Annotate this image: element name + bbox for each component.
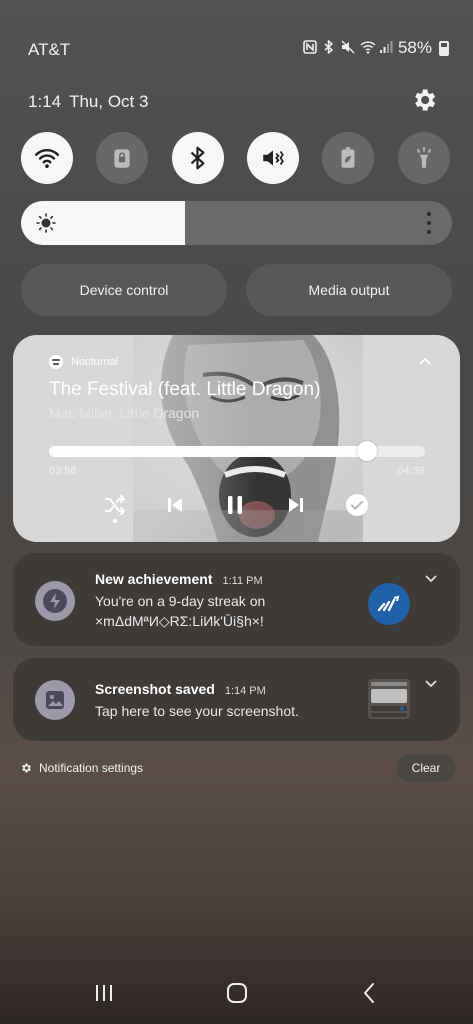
progress-fill xyxy=(49,446,367,457)
back-button[interactable] xyxy=(358,980,382,1006)
home-icon xyxy=(227,983,247,1003)
mute-icon xyxy=(341,39,355,57)
home-button[interactable] xyxy=(225,980,249,1006)
notification-achievement[interactable]: New achievement 1:11 PM You're on a 9-da… xyxy=(13,553,460,646)
notification-title: Screenshot saved xyxy=(95,681,215,697)
flashlight-toggle[interactable] xyxy=(398,132,450,184)
nfc-icon xyxy=(303,39,317,57)
carrier-label: AT&T xyxy=(28,40,71,59)
progress-thumb[interactable] xyxy=(357,441,377,461)
wifi-toggle[interactable] xyxy=(21,132,73,184)
notification-settings-label: Notification settings xyxy=(39,761,144,775)
chevron-down-icon[interactable] xyxy=(424,676,438,690)
duration-time: 04:39 xyxy=(397,465,425,477)
notification-screenshot[interactable]: Screenshot saved 1:14 PM Tap here to see… xyxy=(13,658,460,741)
chart-arrow-icon xyxy=(377,595,400,612)
power-saving-icon xyxy=(341,147,355,168)
notification-title: New achievement xyxy=(95,571,213,587)
battery-text: 58% xyxy=(397,38,432,57)
screenshot-thumbnail xyxy=(368,679,410,719)
lock-rotation-icon xyxy=(114,149,130,168)
bluetooth-icon xyxy=(322,38,336,57)
battery-icon xyxy=(439,40,449,56)
time-date: 1:14 Thu, Oct 3 xyxy=(28,92,148,112)
power-saving-toggle[interactable] xyxy=(322,132,374,184)
recent-apps-icon xyxy=(96,985,112,1001)
status-icons: 58% xyxy=(303,38,449,58)
wifi-icon xyxy=(360,40,376,57)
mute-icon xyxy=(263,150,284,166)
lock-rotation-toggle[interactable] xyxy=(96,132,148,184)
media-app-label: Nocturnal xyxy=(49,355,118,369)
chevron-up-icon[interactable] xyxy=(418,355,432,369)
clock-date: Thu, Oct 3 xyxy=(69,92,149,111)
notification-body-line1: Tap here to see your screenshot. xyxy=(95,703,299,719)
media-output-button[interactable]: Media output xyxy=(246,264,452,316)
sun-icon xyxy=(36,213,56,233)
sound-toggle[interactable] xyxy=(247,132,299,184)
bluetooth-toggle[interactable] xyxy=(172,132,224,184)
back-icon xyxy=(364,983,374,1003)
media-player-card[interactable]: Nocturnal The Festival (feat. Little Dra… xyxy=(13,335,460,542)
media-app-name: Nocturnal xyxy=(71,356,119,368)
skip-previous-icon xyxy=(168,498,182,512)
bluetooth-icon xyxy=(190,146,205,170)
shuffle-active-dot xyxy=(113,519,117,523)
check-circle-icon xyxy=(346,494,368,516)
app-logo-badge xyxy=(368,583,410,625)
previous-button[interactable] xyxy=(161,491,189,519)
app-icon xyxy=(35,581,75,621)
image-icon xyxy=(46,691,64,709)
like-button[interactable] xyxy=(343,491,371,519)
gear-icon xyxy=(22,763,31,773)
notification-settings-link[interactable]: Notification settings xyxy=(20,761,143,775)
next-button[interactable] xyxy=(282,491,310,519)
chevron-down-icon[interactable] xyxy=(424,571,438,585)
device-control-button[interactable]: Device control xyxy=(21,264,227,316)
gear-icon[interactable] xyxy=(410,86,438,114)
notification-time: 1:14 PM xyxy=(224,685,266,697)
skip-next-icon xyxy=(289,498,303,512)
shuffle-button[interactable] xyxy=(101,491,129,519)
pause-icon xyxy=(228,496,242,514)
track-title: The Festival (feat. Little Dragon) xyxy=(49,379,321,400)
more-options-icon[interactable] xyxy=(426,212,432,234)
signal-icon xyxy=(379,40,393,57)
track-artist: Mac Miller, Little Dragon xyxy=(49,405,200,421)
lightning-icon xyxy=(43,589,67,613)
notification-body-line2: ×mΔdMªИ◇RΣ:LiИk'Ūi§h×! xyxy=(95,613,264,629)
clock-time: 1:14 xyxy=(28,92,62,111)
elapsed-time: 03:56 xyxy=(49,465,77,477)
recent-apps-button[interactable] xyxy=(92,980,116,1006)
flashlight-icon xyxy=(416,147,432,168)
notification-body-line1: You're on a 9-day streak on xyxy=(95,593,266,609)
pause-button[interactable] xyxy=(221,491,249,519)
shuffle-icon xyxy=(105,495,125,515)
app-icon xyxy=(35,680,75,720)
wifi-icon xyxy=(34,149,60,168)
clear-button[interactable]: Clear xyxy=(396,754,456,782)
spotify-icon xyxy=(49,355,63,369)
notification-time: 1:11 PM xyxy=(222,575,263,587)
brightness-slider[interactable] xyxy=(21,201,452,245)
